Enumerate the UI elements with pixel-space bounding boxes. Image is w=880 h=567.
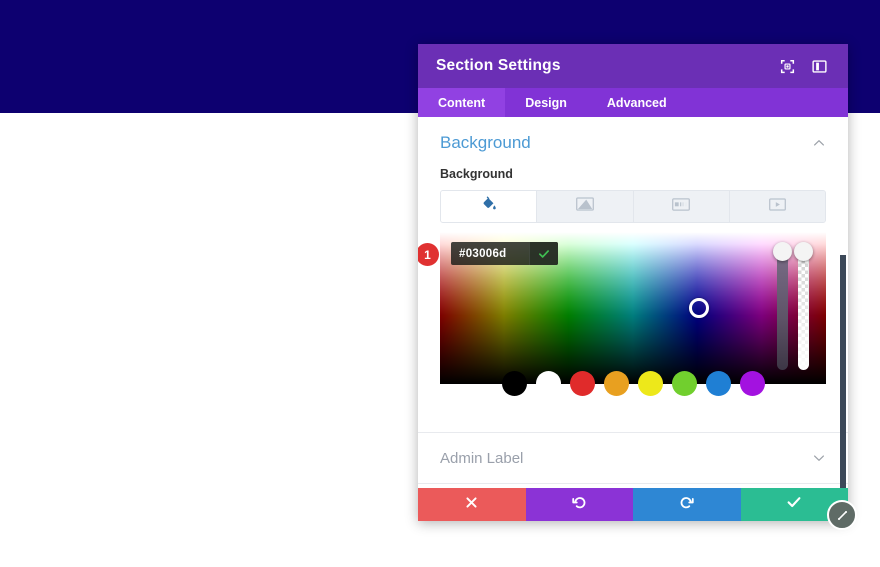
- swatch-blue[interactable]: [705, 371, 731, 396]
- swatch-black[interactable]: [501, 371, 527, 396]
- tab-content[interactable]: Content: [418, 88, 506, 117]
- opacity-slider[interactable]: [794, 242, 813, 370]
- section-settings-modal: Section Settings Content Design Advanced…: [418, 44, 857, 530]
- background-section-title: Background: [440, 133, 531, 152]
- color-picker: 1: [418, 232, 826, 396]
- swatch-orange[interactable]: [603, 371, 629, 396]
- swatch-white[interactable]: [535, 371, 561, 396]
- check-icon: [786, 494, 802, 515]
- admin-label-text: Admin Label: [440, 449, 524, 467]
- color-picker-cursor[interactable]: [689, 298, 709, 318]
- background-section: Background Background 1 #03006d: [418, 117, 848, 396]
- chevron-up-icon[interactable]: [812, 136, 826, 150]
- gradient-icon: [672, 197, 691, 216]
- saturation-slider[interactable]: [773, 242, 792, 370]
- close-icon: [465, 496, 478, 514]
- hex-confirm-button[interactable]: [529, 242, 558, 265]
- swatch-red[interactable]: [569, 371, 595, 396]
- swatch-yellow[interactable]: [637, 371, 663, 396]
- modal-tab-bar: Content Design Advanced: [418, 88, 848, 117]
- admin-label-row[interactable]: Admin Label: [418, 432, 848, 484]
- background-type-gradient-tab[interactable]: [633, 191, 730, 222]
- background-type-image-tab[interactable]: [537, 191, 634, 222]
- image-icon: [575, 197, 594, 216]
- resize-diagonal-icon[interactable]: [827, 500, 857, 530]
- modal-scrollbar-track[interactable]: [840, 117, 848, 488]
- background-type-color-tab[interactable]: [441, 191, 538, 222]
- undo-button[interactable]: [525, 488, 633, 521]
- background-section-header[interactable]: Background: [440, 133, 826, 167]
- opacity-slider-handle[interactable]: [794, 242, 813, 261]
- modal-body: Background Background 1 #03006d Admin La…: [418, 117, 848, 488]
- modal-header: Section Settings: [418, 44, 848, 88]
- fullscreen-icon[interactable]: [776, 55, 798, 77]
- color-swatch-row: [440, 371, 826, 396]
- redo-icon: [679, 495, 694, 515]
- paint-bucket-icon: [481, 196, 497, 217]
- swatch-purple[interactable]: [739, 371, 765, 396]
- chevron-down-icon[interactable]: [812, 451, 826, 465]
- page-title: Section Settings: [436, 57, 561, 74]
- cancel-button[interactable]: [418, 488, 526, 521]
- tab-advanced[interactable]: Advanced: [587, 88, 687, 117]
- step-badge: 1: [418, 243, 439, 266]
- redo-button[interactable]: [633, 488, 741, 521]
- hex-input-group: [451, 242, 558, 265]
- background-type-tabs: [440, 190, 826, 223]
- tab-design[interactable]: Design: [505, 88, 587, 117]
- undo-icon: [572, 495, 587, 515]
- background-type-video-tab[interactable]: [729, 191, 825, 222]
- video-icon: [768, 197, 786, 216]
- swatch-green[interactable]: [671, 371, 697, 396]
- hex-color-input[interactable]: [451, 242, 529, 265]
- background-field-label: Background: [440, 167, 513, 181]
- saturation-slider-handle[interactable]: [773, 242, 792, 261]
- modal-footer: [418, 488, 857, 530]
- layout-toggle-icon[interactable]: [808, 55, 830, 77]
- modal-scrollbar-thumb[interactable]: [840, 255, 846, 488]
